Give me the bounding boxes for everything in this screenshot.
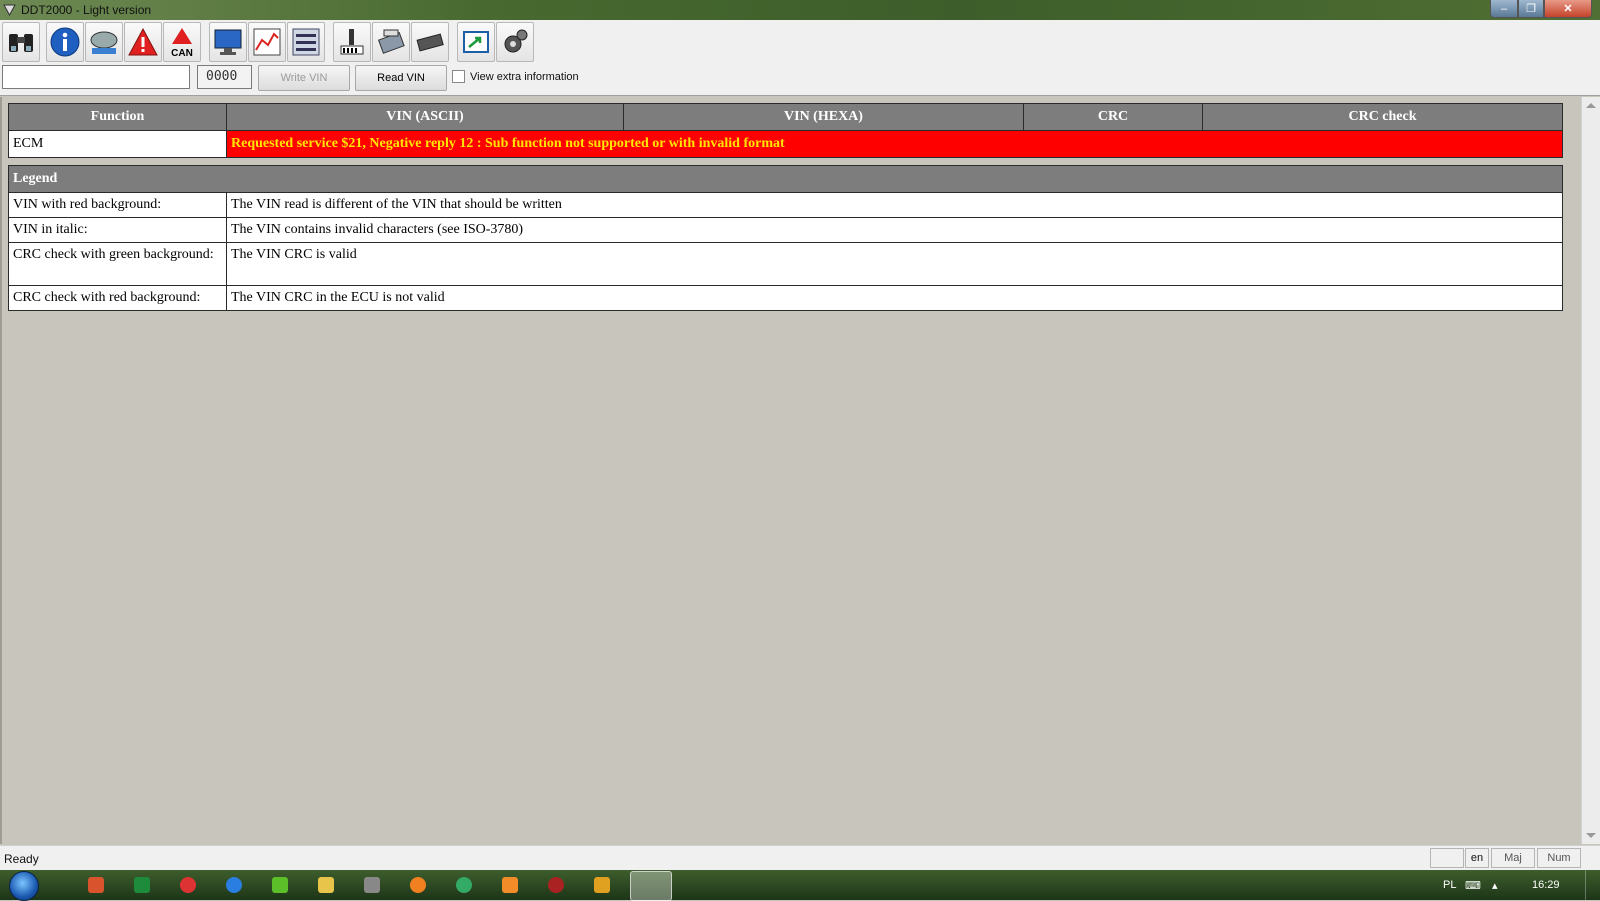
- vin-table: Function VIN (ASCII) VIN (HEXA) CRC CRC …: [8, 103, 1563, 311]
- crc-field[interactable]: 0000: [197, 65, 252, 89]
- graph-button[interactable]: [248, 22, 286, 62]
- settings-button[interactable]: [496, 22, 534, 62]
- settings-icon: [504, 29, 528, 53]
- legend-desc: The VIN read is different of the VIN tha…: [226, 192, 1563, 218]
- chip-button[interactable]: [411, 22, 449, 62]
- table-header-row: Function VIN (ASCII) VIN (HEXA) CRC CRC …: [8, 103, 1563, 131]
- export-icon: [463, 31, 489, 53]
- scroll-up-icon[interactable]: [1586, 103, 1596, 108]
- legend-header-row: Legend: [8, 165, 1563, 193]
- app3-icon[interactable]: [180, 877, 196, 893]
- legend-row: VIN in italic: The VIN contains invalid …: [8, 217, 1563, 243]
- monitor-icon: [214, 29, 242, 55]
- legend-title: Legend: [8, 165, 1563, 193]
- legend-desc: The VIN CRC in the ECU is not valid: [226, 285, 1563, 311]
- chip-icon: [416, 33, 444, 52]
- can-warning-button[interactable]: CAN: [163, 22, 201, 62]
- parameters-icon: [292, 28, 320, 56]
- export-button[interactable]: [457, 22, 495, 62]
- function-cell: ECM: [8, 130, 227, 158]
- content-area: Function VIN (ASCII) VIN (HEXA) CRC CRC …: [0, 97, 1584, 844]
- extra-info-label: View extra information: [470, 70, 579, 83]
- warning-button[interactable]: [124, 22, 162, 62]
- binoculars-button[interactable]: [2, 22, 40, 62]
- window-title: DDT2000 - Light version: [21, 3, 152, 17]
- monitor-button[interactable]: [209, 22, 247, 62]
- app11-icon[interactable]: [548, 877, 564, 893]
- app9-icon[interactable]: [456, 877, 472, 893]
- column-header-crc-check: CRC check: [1202, 103, 1563, 131]
- app5-icon[interactable]: [272, 877, 288, 893]
- app12-icon[interactable]: [594, 877, 610, 893]
- column-header-function: Function: [8, 103, 227, 131]
- ecu-icon: [90, 31, 118, 54]
- vin-input[interactable]: [2, 65, 190, 89]
- can-warning-icon: CAN: [171, 28, 193, 58]
- info-icon: [50, 27, 80, 57]
- status-pane-empty: [1430, 848, 1464, 868]
- caps-indicator: Maj: [1491, 848, 1535, 868]
- legend-row: CRC check with red background: The VIN C…: [8, 285, 1563, 311]
- excel-icon[interactable]: [134, 877, 150, 893]
- error-message: Requested service $21, Negative reply 12…: [226, 130, 1563, 158]
- folder-icon[interactable]: [318, 877, 334, 893]
- status-text: Ready: [4, 852, 39, 866]
- binoculars-icon: [9, 34, 33, 52]
- programming-icon: [377, 29, 405, 54]
- legend-key: VIN in italic:: [8, 217, 227, 243]
- keyboard-layout[interactable]: PL: [1443, 879, 1456, 891]
- close-button[interactable]: ✕: [1544, 0, 1592, 18]
- media-icon[interactable]: [502, 877, 518, 893]
- column-header-vin-hexa: VIN (HEXA): [623, 103, 1024, 131]
- taskbar: PL ⌨ ▴ 16:29: [0, 870, 1600, 901]
- extra-info-checkbox[interactable]: [452, 70, 465, 83]
- info-button[interactable]: [46, 22, 84, 62]
- num-indicator: Num: [1537, 848, 1581, 868]
- clock[interactable]: 16:29: [1532, 879, 1560, 891]
- language-indicator: en: [1465, 848, 1489, 868]
- graph-icon: [253, 28, 281, 56]
- firefox-icon[interactable]: [410, 877, 426, 893]
- app1-icon[interactable]: [88, 877, 104, 893]
- legend-desc: The VIN contains invalid characters (see…: [226, 217, 1563, 243]
- legend-key: VIN with red background:: [8, 192, 227, 218]
- app-icon: [3, 4, 16, 16]
- maximize-button[interactable]: ❐: [1518, 0, 1544, 18]
- vin-row: 0000 Write VIN Read VIN View extra infor…: [0, 65, 1600, 96]
- legend-desc: The VIN CRC is valid: [226, 242, 1563, 286]
- show-desktop-button[interactable]: [1585, 870, 1600, 900]
- app7-icon[interactable]: [364, 877, 380, 893]
- scroll-down-icon[interactable]: [1586, 833, 1596, 838]
- active-app-ddt2000[interactable]: [630, 871, 672, 901]
- legend-key: CRC check with green background:: [8, 242, 227, 286]
- can-label: CAN: [171, 48, 193, 58]
- start-button[interactable]: [9, 871, 39, 901]
- tray-expand-icon[interactable]: ▴: [1492, 879, 1498, 892]
- tools-button[interactable]: [333, 22, 371, 62]
- table-row: ECM Requested service $21, Negative repl…: [8, 130, 1563, 158]
- column-header-vin-ascii: VIN (ASCII): [226, 103, 624, 131]
- toolbar: CAN: [0, 20, 1600, 65]
- parameters-button[interactable]: [287, 22, 325, 62]
- programming-button[interactable]: [372, 22, 410, 62]
- read-vin-button[interactable]: Read VIN: [355, 65, 447, 91]
- title-bar: DDT2000 - Light version – ❐ ✕: [0, 0, 1600, 20]
- extra-info-option[interactable]: View extra information: [452, 70, 579, 83]
- legend-row: VIN with red background: The VIN read is…: [8, 192, 1563, 218]
- write-vin-button[interactable]: Write VIN: [258, 65, 350, 91]
- ecu-button[interactable]: [85, 22, 123, 62]
- column-header-crc: CRC: [1023, 103, 1203, 131]
- keyboard-icon[interactable]: ⌨: [1465, 879, 1481, 892]
- tools-icon: [340, 29, 364, 55]
- app4-icon[interactable]: [226, 877, 242, 893]
- vertical-scrollbar[interactable]: [1581, 97, 1600, 844]
- status-bar: Ready en Maj Num: [0, 845, 1600, 871]
- legend-row: CRC check with green background: The VIN…: [8, 242, 1563, 286]
- minimize-button[interactable]: –: [1490, 0, 1518, 18]
- warning-icon: [128, 27, 158, 56]
- legend-key: CRC check with red background:: [8, 285, 227, 311]
